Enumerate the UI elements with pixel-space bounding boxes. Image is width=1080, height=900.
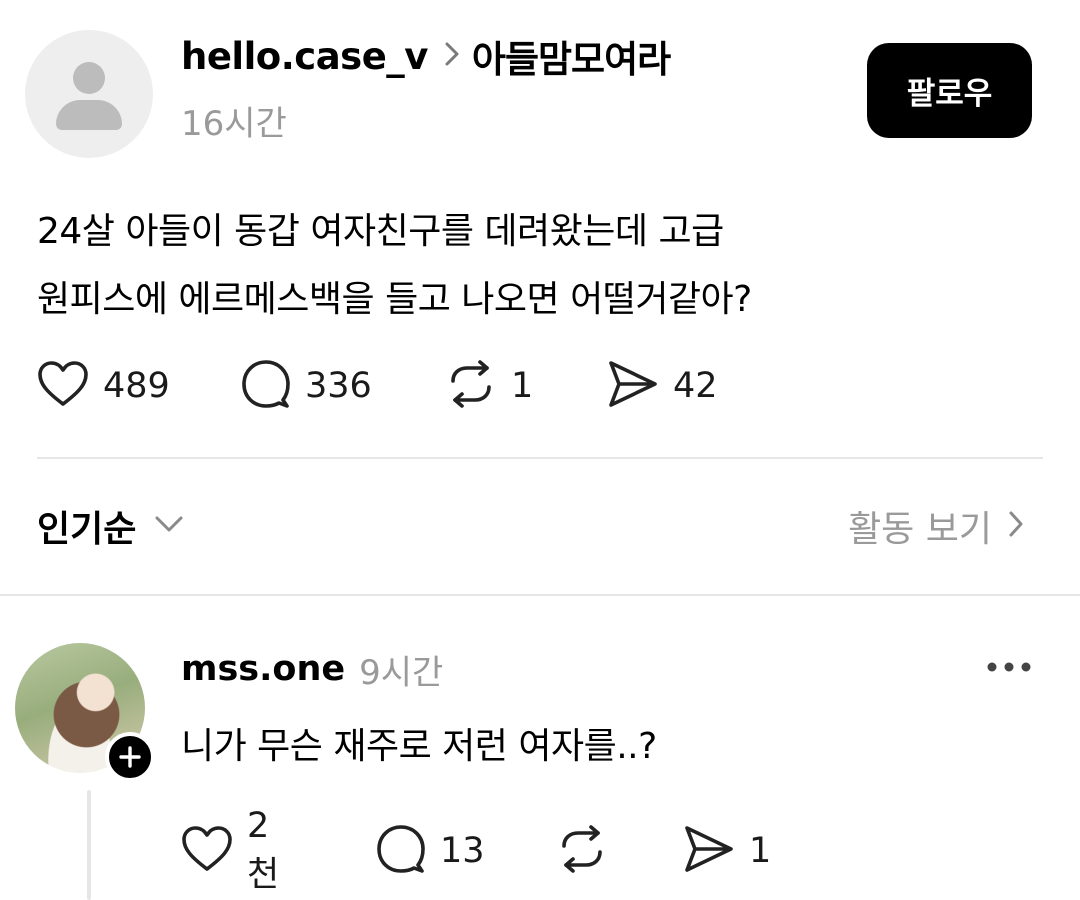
comment-share-button[interactable]: 1 (683, 825, 771, 877)
community-name[interactable]: 아들맘모여라 (472, 29, 671, 83)
repost-count: 1 (511, 366, 534, 406)
commenter-username[interactable]: mss.one (181, 649, 345, 689)
send-icon (607, 359, 659, 413)
post-timestamp: 16시간 (181, 104, 287, 144)
view-activity-link[interactable]: 활동 보기 (848, 500, 1024, 552)
post-text: 24살 아들이 동갑 여자친구를 데려왔는데 고급 원피스에 에르메스백을 들고… (37, 198, 1037, 334)
like-count: 489 (103, 366, 170, 406)
like-button[interactable]: 489 (37, 360, 170, 412)
default-avatar-body (56, 100, 122, 130)
comment-repost-button[interactable] (556, 825, 608, 877)
chevron-right-icon (1008, 510, 1024, 542)
author-username[interactable]: hello.case_v (181, 35, 428, 78)
comment-button[interactable]: 336 (241, 360, 372, 412)
repost-button[interactable]: 1 (445, 360, 533, 412)
repost-icon (445, 359, 497, 413)
divider (37, 457, 1043, 459)
share-count: 42 (673, 366, 718, 406)
default-avatar-head (73, 62, 105, 94)
heart-icon (37, 360, 89, 412)
sort-label: 인기순 (37, 509, 137, 550)
comment-bubble-icon (376, 824, 426, 878)
post-text-line: 24살 아들이 동갑 여자친구를 데려왔는데 고급 (37, 211, 724, 252)
thread-line (87, 790, 91, 900)
comment-bubble-icon (241, 359, 291, 413)
follow-button[interactable]: 팔로우 (867, 43, 1032, 138)
comment-count: 336 (305, 366, 372, 406)
activity-label: 활동 보기 (848, 509, 992, 550)
more-options-icon[interactable] (985, 659, 1033, 678)
comment-text: 니가 무슨 재주로 저런 여자를..? (181, 726, 657, 767)
post-text-line: 원피스에 에르메스백을 들고 나오면 어떨거같아? (37, 279, 752, 320)
chevron-right-icon (444, 41, 460, 71)
post-header: hello.case_v 아들맘모여라 (181, 29, 671, 83)
send-icon (683, 824, 735, 878)
heart-icon (181, 825, 233, 877)
divider (0, 594, 1080, 596)
share-button[interactable]: 42 (607, 360, 718, 412)
comment-like-button[interactable]: 2천 (181, 806, 279, 895)
sort-dropdown[interactable]: 인기순 (37, 500, 184, 552)
repost-icon (556, 824, 608, 878)
comment-reply-button[interactable]: 13 (376, 825, 485, 877)
author-avatar[interactable] (25, 30, 153, 158)
chevron-down-icon (154, 515, 184, 537)
comment-timestamp: 9시간 (359, 652, 444, 693)
follow-plus-icon[interactable] (105, 732, 155, 782)
comment-like-count: 2천 (247, 805, 280, 895)
comment-reply-count: 13 (440, 831, 485, 871)
comment-share-count: 1 (749, 831, 772, 871)
comment-header: mss.one 9시간 (181, 643, 443, 695)
